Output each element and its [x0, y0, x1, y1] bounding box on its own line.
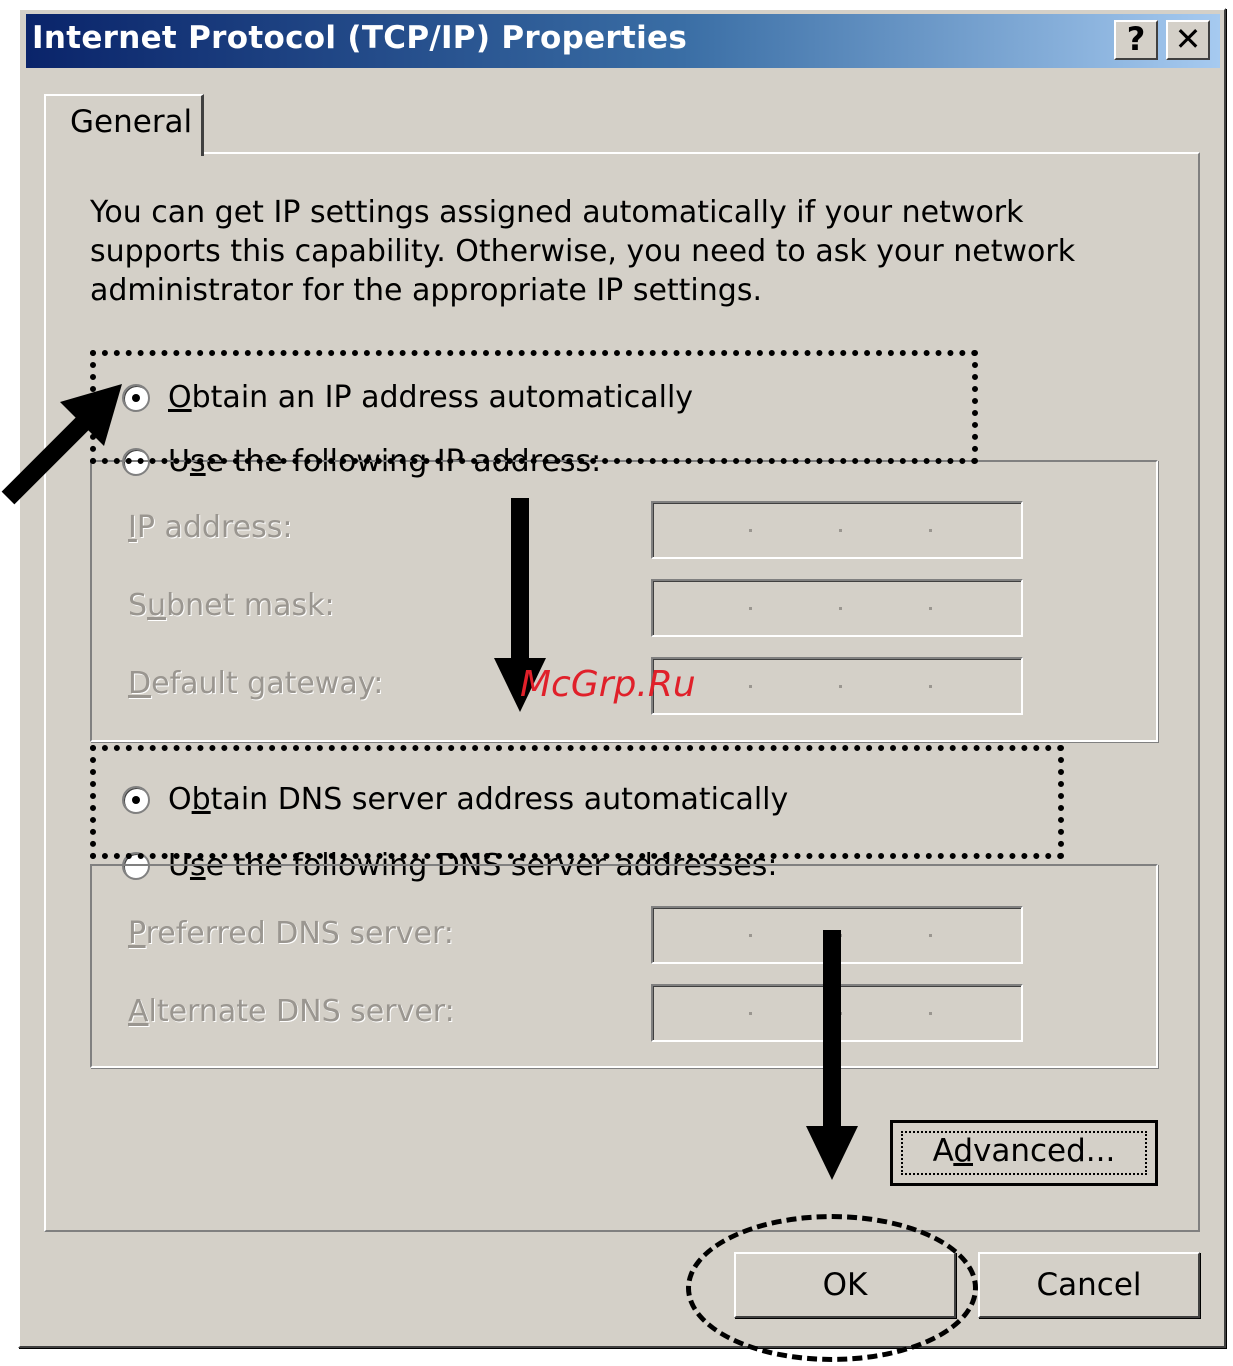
watermark-text: McGrp.Ru — [520, 664, 696, 705]
arrow-down-ok-icon — [806, 930, 858, 1180]
arrow-diagonal-icon — [1, 384, 122, 505]
